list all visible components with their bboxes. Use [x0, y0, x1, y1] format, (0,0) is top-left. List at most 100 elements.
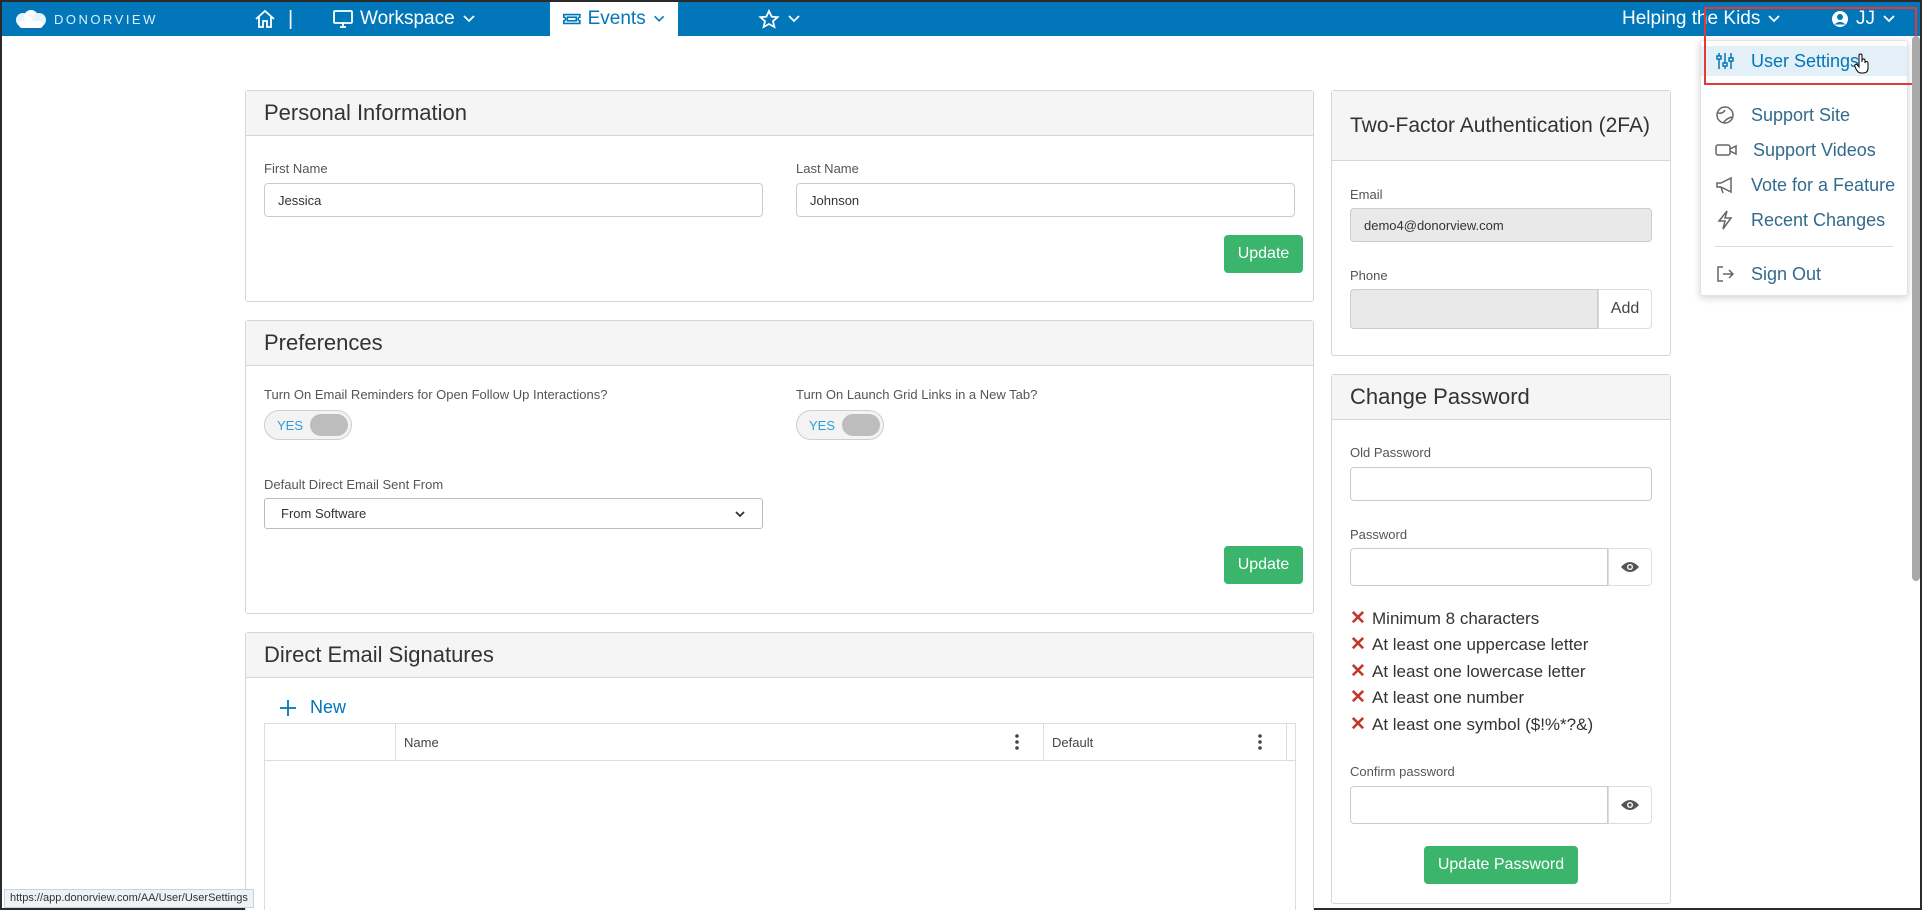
grid-column-name[interactable]: Name — [396, 724, 1044, 760]
bolt-icon — [1717, 210, 1733, 230]
2fa-phone-input[interactable] — [1350, 289, 1598, 329]
menu-divider — [1715, 246, 1893, 247]
monitor-icon — [333, 10, 353, 28]
change-password-panel: Change Password Old Password Password ✕ M… — [1331, 374, 1671, 904]
page-scrollbar[interactable] — [1912, 36, 1920, 581]
confirm-password-label: Confirm password — [1350, 764, 1455, 779]
personal-information-panel: Personal Information First Name Jessica … — [245, 90, 1314, 302]
menu-item-label: Sign Out — [1751, 263, 1822, 284]
chevron-down-icon — [1768, 15, 1781, 23]
toggle-state: YES — [277, 418, 304, 433]
donorview-logo-icon — [16, 10, 46, 28]
fail-x-icon: ✕ — [1350, 687, 1366, 708]
organization-name: Helping the Kids — [1622, 8, 1761, 29]
menu-item-recent-changes[interactable]: Recent Changes — [1701, 205, 1907, 235]
fail-x-icon: ✕ — [1350, 608, 1366, 629]
column-name-label: Name — [404, 734, 439, 750]
chevron-down-icon — [463, 15, 475, 23]
home-button[interactable]: | — [254, 2, 293, 36]
new-signature-button[interactable]: New — [278, 697, 346, 718]
update-preferences-button[interactable]: Update — [1224, 546, 1303, 584]
signatures-panel: Direct Email Signatures New Name Default — [245, 632, 1314, 910]
email-from-select[interactable]: From Software — [264, 498, 763, 529]
signatures-grid-header: Name Default — [264, 723, 1296, 761]
new-password-input[interactable] — [1350, 548, 1608, 586]
user-menu-button[interactable]: JJ — [1830, 2, 1897, 36]
password-rule: ✕ Minimum 8 characters — [1350, 607, 1539, 630]
fail-x-icon: ✕ — [1350, 661, 1366, 682]
menu-item-sign-out[interactable]: Sign Out — [1701, 259, 1907, 289]
eye-icon — [1621, 800, 1639, 810]
email-reminder-label: Turn On Email Reminders for Open Follow … — [264, 387, 608, 402]
first-name-label: First Name — [264, 161, 328, 176]
grid-column-default[interactable]: Default — [1044, 724, 1287, 760]
menu-item-label: Recent Changes — [1751, 209, 1886, 230]
update-personal-button[interactable]: Update — [1224, 235, 1303, 273]
panel-title: Direct Email Signatures — [246, 633, 1313, 678]
old-password-label: Old Password — [1350, 445, 1431, 460]
donorview-logo[interactable]: DONORVIEW — [14, 9, 158, 29]
update-password-button[interactable]: Update Password — [1424, 846, 1578, 884]
password-rule: ✕ At least one number — [1350, 686, 1524, 709]
toggle-state: YES — [809, 418, 836, 433]
chevron-down-icon — [653, 15, 664, 22]
fail-x-icon: ✕ — [1350, 714, 1366, 735]
email-from-value: From Software — [281, 506, 367, 521]
2fa-phone-label: Phone — [1350, 268, 1388, 283]
show-password-button[interactable] — [1608, 548, 1652, 586]
password-rule: ✕ At least one symbol ($!%*?&) — [1350, 713, 1593, 736]
user-circle-icon — [1832, 11, 1848, 27]
email-reminder-toggle[interactable]: YES — [264, 410, 352, 440]
eye-icon — [1621, 562, 1639, 572]
globe-icon — [1716, 106, 1734, 124]
menu-item-user-settings[interactable]: User Settings — [1701, 46, 1907, 76]
add-phone-button[interactable]: Add — [1598, 289, 1652, 329]
panel-title: Preferences — [246, 321, 1313, 366]
new-password-label: Password — [1350, 527, 1408, 542]
ticket-icon — [562, 13, 581, 25]
menu-item-vote-feature[interactable]: Vote for a Feature — [1701, 170, 1907, 200]
nav-events-label: Events — [587, 8, 646, 29]
panel-title: Two-Factor Authentication (2FA) — [1332, 91, 1670, 161]
old-password-input[interactable] — [1350, 467, 1652, 501]
nav-separator: | — [288, 7, 294, 30]
nav-events[interactable]: Events — [550, 2, 678, 36]
password-rule-text: At least one lowercase letter — [1372, 661, 1586, 681]
nav-workspace-label: Workspace — [360, 8, 455, 29]
password-rule-text: At least one uppercase letter — [1372, 634, 1589, 654]
signatures-grid-body — [264, 761, 1296, 910]
organization-selector[interactable]: Helping the Kids — [1622, 2, 1782, 36]
top-navigation-bar: DONORVIEW | Workspace Events Helping the… — [2, 2, 1920, 36]
last-name-input[interactable]: Johnson — [796, 183, 1295, 217]
new-signature-label: New — [310, 697, 347, 717]
status-bar-url: https://app.donorview.com/AA/User/UserSe… — [4, 889, 254, 908]
home-icon — [255, 9, 275, 28]
user-initials: JJ — [1856, 8, 1875, 29]
brand-name: DONORVIEW — [54, 11, 158, 27]
menu-item-label: Vote for a Feature — [1751, 174, 1896, 195]
star-icon — [758, 9, 780, 29]
column-menu-icon[interactable] — [1258, 734, 1262, 750]
sliders-icon — [1716, 53, 1734, 69]
toggle-knob — [310, 414, 348, 436]
nav-workspace[interactable]: Workspace — [332, 2, 477, 36]
grid-links-toggle[interactable]: YES — [796, 410, 884, 440]
menu-item-support-site[interactable]: Support Site — [1701, 100, 1907, 130]
column-menu-icon[interactable] — [1015, 734, 1019, 750]
password-rule: ✕ At least one lowercase letter — [1350, 660, 1586, 683]
2fa-email-label: Email — [1350, 187, 1383, 202]
show-confirm-password-button[interactable] — [1608, 786, 1652, 824]
password-rule-text: Minimum 8 characters — [1372, 608, 1540, 628]
confirm-password-input[interactable] — [1350, 786, 1608, 824]
first-name-input[interactable]: Jessica — [264, 183, 763, 217]
video-icon — [1715, 144, 1737, 156]
email-from-label: Default Direct Email Sent From — [264, 477, 444, 492]
chevron-down-icon — [1883, 15, 1895, 23]
nav-favorites[interactable] — [758, 2, 802, 36]
preferences-panel: Preferences Turn On Email Reminders for … — [245, 320, 1314, 614]
menu-item-label: Support Site — [1751, 104, 1851, 125]
user-menu-dropdown: User Settings Support Site Support Video… — [1700, 40, 1908, 296]
hand-cursor-icon — [1854, 53, 1869, 74]
menu-item-support-videos[interactable]: Support Videos — [1701, 135, 1907, 165]
column-default-label: Default — [1052, 734, 1094, 750]
